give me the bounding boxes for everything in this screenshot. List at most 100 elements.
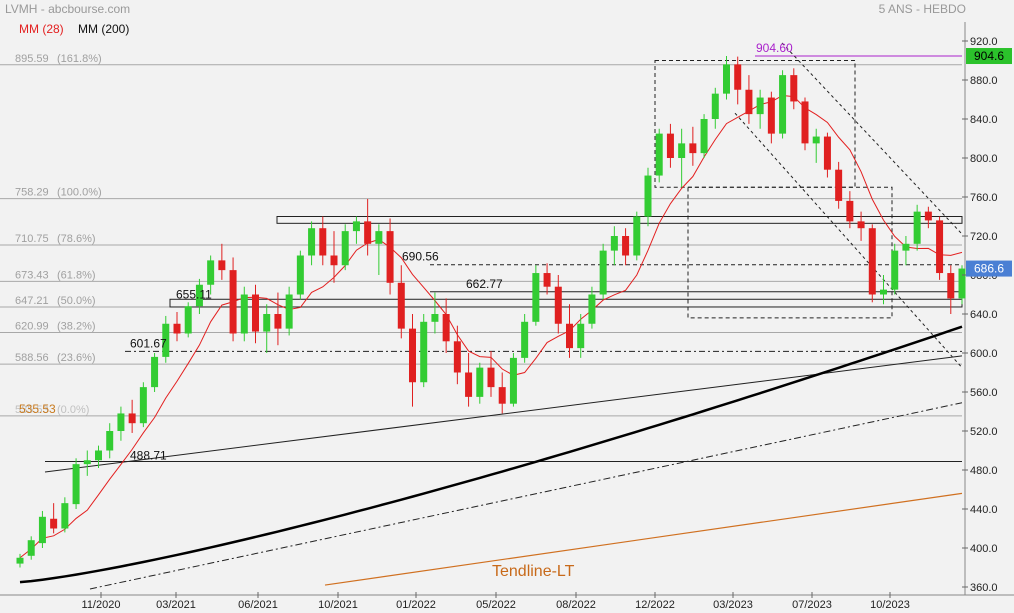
candle-body-2021-02-15	[106, 431, 114, 451]
candlestick-chart: 895.59 (161.8%) 758.29 (100.0%) 710.75 (78.6%…	[0, 0, 1014, 613]
candle-2023-12-18	[936, 216, 944, 280]
candle-body-2022-03-28	[431, 314, 439, 322]
fib-value-2: 710.75	[15, 233, 49, 245]
period-label: 5 ANS - HEBDO	[878, 2, 966, 16]
candle-body-2022-04-25	[453, 341, 461, 373]
candle-body-2021-08-02	[240, 294, 248, 334]
candle-body-2021-10-11	[296, 255, 304, 295]
candle-body-2021-03-29	[139, 387, 147, 424]
y-tick-label-360: 360.0	[970, 582, 998, 594]
annotation-4: 601.67	[130, 336, 167, 350]
candle-body-2024-01-15	[958, 268, 966, 299]
y-tick-label-760: 760.0	[970, 192, 998, 204]
x-tick-label-2: 06/2021	[238, 599, 278, 611]
candle-body-2022-08-29	[554, 286, 562, 324]
candle-body-2021-08-16	[252, 294, 259, 332]
candle-body-2023-05-08	[756, 97, 764, 115]
candle-body-2022-05-23	[476, 367, 484, 397]
candle-body-2023-09-25	[868, 228, 876, 295]
candle-body-2021-09-13	[274, 314, 282, 329]
fib-value-6: 588.56	[15, 352, 49, 364]
candle-body-2022-04-11	[442, 314, 450, 342]
y-tick-label-640: 640.0	[970, 309, 998, 321]
y-tick-label-480: 480.0	[970, 465, 998, 477]
candle-body-2022-06-06	[487, 367, 495, 388]
y-tick-label-600: 600.0	[970, 348, 998, 360]
candle-body-2022-06-20	[498, 387, 506, 404]
candle-2024-01-15	[958, 265, 966, 305]
candle-body-2022-09-12	[566, 323, 573, 349]
y-tick-label-880: 880.0	[970, 75, 998, 87]
candle-body-2023-07-03	[801, 101, 809, 144]
candle-body-2023-03-13	[711, 93, 719, 119]
candle-body-2022-11-07	[610, 236, 618, 251]
candle-body-2023-06-05	[779, 75, 787, 134]
candle-2022-03-14	[420, 314, 428, 388]
candle-body-2021-11-22	[330, 255, 338, 266]
fib-pct-6: (23.6%)	[57, 352, 96, 364]
candle-body-2021-09-27	[285, 294, 293, 329]
candle-body-2023-11-06	[902, 243, 910, 251]
candle-body-2021-12-20	[352, 221, 360, 232]
candle-body-2022-10-10	[588, 294, 596, 324]
candle-body-2022-05-09	[465, 372, 473, 397]
candle-2021-05-24	[184, 302, 192, 338]
candle-body-2021-05-24	[184, 306, 192, 334]
fib-value-1: 758.29	[15, 187, 49, 199]
annotation-5: 488.71	[130, 449, 167, 463]
candle-body-2021-07-05	[218, 260, 226, 271]
candle-2021-04-12	[151, 353, 159, 392]
candle-2023-09-25	[868, 224, 876, 303]
candle-body-2021-06-21	[207, 260, 215, 285]
candle-body-2023-04-24	[745, 89, 753, 115]
candle-2022-07-04	[509, 353, 517, 407]
candle-body-2022-11-21	[622, 236, 630, 256]
candle-body-2021-04-12	[151, 356, 159, 388]
candle-body-2021-03-15	[128, 413, 136, 424]
fib-value-0: 895.59	[15, 53, 49, 65]
candle-2023-02-27	[700, 114, 708, 158]
y-tick-label-400: 400.0	[970, 543, 998, 555]
candle-body-2022-01-17	[375, 231, 383, 244]
candle-body-2022-08-01	[532, 273, 540, 322]
candle-body-2020-12-21	[61, 503, 69, 529]
annotation-2: 662.77	[466, 277, 503, 291]
annotation-1: 690.56	[402, 250, 439, 264]
candle-2022-10-24	[599, 243, 607, 300]
y-tick-label-800: 800.0	[970, 153, 998, 165]
fib-pct-0: (161.8%)	[57, 53, 102, 65]
x-tick-label-1: 03/2021	[156, 599, 196, 611]
candle-body-2022-01-03	[364, 221, 372, 244]
candle-body-2022-07-04	[509, 357, 517, 404]
fib-pct-5: (38.2%)	[57, 321, 96, 333]
candle-body-2023-03-27	[723, 64, 730, 94]
annotation-0: 904.60	[756, 41, 793, 55]
candle-body-2023-10-09	[880, 289, 887, 295]
fib-value-4: 647.21	[15, 295, 49, 307]
candle-body-2022-09-26	[577, 323, 585, 349]
candle-2023-06-05	[779, 70, 787, 139]
legend-ma200: MM (200)	[78, 22, 130, 36]
candle-body-2020-11-09	[27, 540, 35, 556]
candle-2023-07-03	[801, 97, 809, 151]
y-tick-label-840: 840.0	[970, 114, 998, 126]
fib-pct-2: (78.6%)	[57, 233, 96, 245]
fib-value-5: 620.99	[15, 321, 49, 333]
candle-body-2021-07-19	[229, 270, 237, 334]
x-tick-label-3: 10/2021	[318, 599, 358, 611]
x-tick-label-6: 08/2022	[556, 599, 596, 611]
candle-body-2024-01-01	[947, 273, 955, 299]
tendline-label: Tendline-LT	[492, 563, 575, 580]
legend-ma28: MM (28)	[19, 22, 64, 36]
candle-2023-11-20	[913, 204, 921, 251]
high-price-tag: 904.6	[974, 49, 1004, 63]
candle-body-2022-03-14	[420, 321, 428, 383]
candle-body-2022-10-24	[599, 250, 607, 295]
candle-body-2023-05-22	[767, 97, 775, 134]
candle-body-2023-08-14	[835, 169, 843, 201]
candle-2022-08-01	[532, 265, 540, 326]
candle-2021-12-06	[341, 224, 349, 271]
y-tick-label-520: 520.0	[970, 426, 998, 438]
candle-2021-10-11	[296, 250, 304, 300]
y-tick-label-920: 920.0	[970, 36, 998, 48]
